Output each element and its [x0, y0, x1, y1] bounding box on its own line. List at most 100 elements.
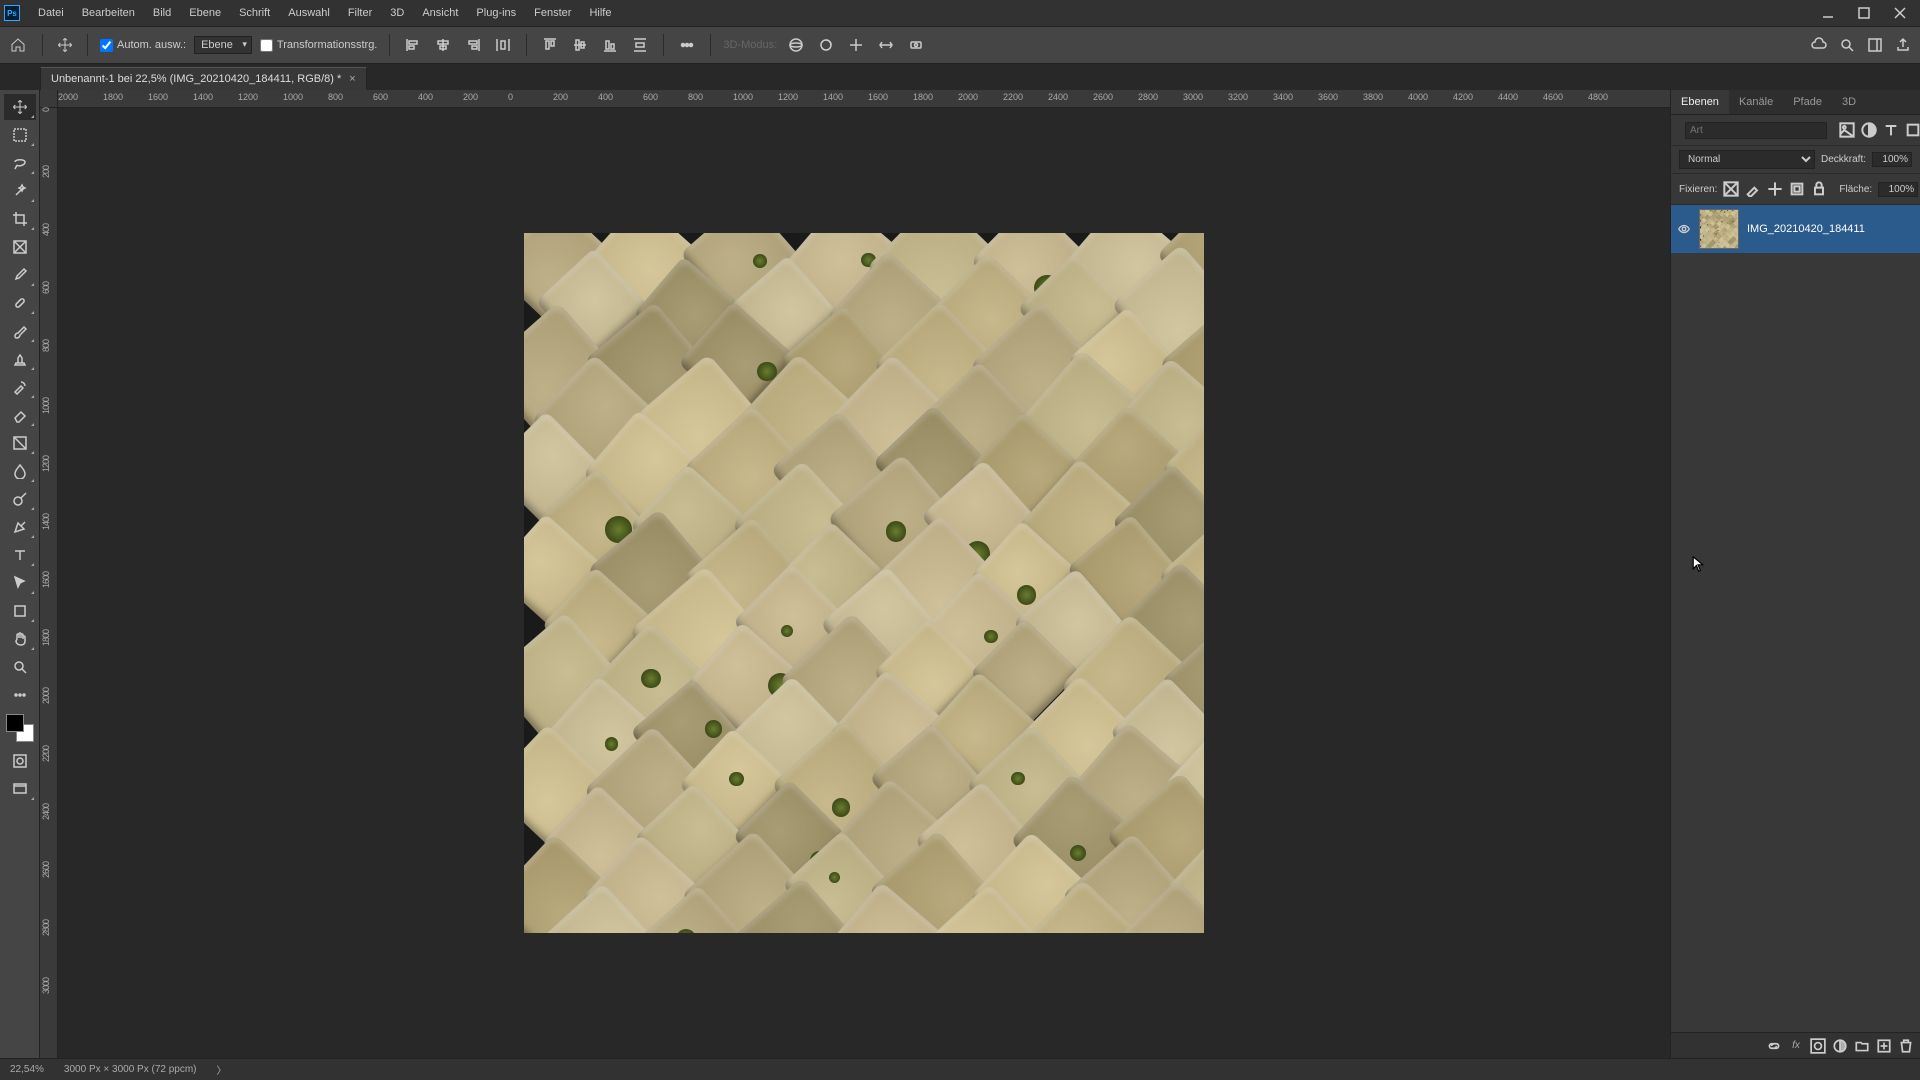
document-canvas[interactable]: [524, 233, 1204, 933]
history-brush-tool[interactable]: [4, 374, 36, 400]
rectangle-tool[interactable]: [4, 598, 36, 624]
align-top-icon[interactable]: [539, 34, 561, 56]
edit-toolbar-icon[interactable]: [4, 682, 36, 708]
align-right-icon[interactable]: [462, 34, 484, 56]
lock-position-icon[interactable]: [1767, 178, 1783, 200]
menu-schrift[interactable]: Schrift: [231, 3, 278, 23]
cloud-docs-icon[interactable]: [1808, 34, 1830, 56]
menu-ebene[interactable]: Ebene: [181, 3, 229, 23]
lock-paint-icon[interactable]: [1745, 178, 1761, 200]
spot-healing-tool[interactable]: [4, 290, 36, 316]
lock-pixels-icon[interactable]: [1723, 178, 1739, 200]
menu-auswahl[interactable]: Auswahl: [280, 3, 338, 23]
distribute-v-icon[interactable]: [629, 34, 651, 56]
align-left-icon[interactable]: [402, 34, 424, 56]
layer-effects-icon[interactable]: fx: [1788, 1038, 1804, 1054]
close-button[interactable]: [1884, 3, 1916, 23]
tab-3d[interactable]: 3D: [1832, 90, 1866, 114]
auto-select-target[interactable]: Ebene: [194, 36, 252, 54]
close-tab-icon[interactable]: ×: [349, 73, 355, 85]
lock-artboard-icon[interactable]: [1789, 178, 1805, 200]
zoom-tool[interactable]: [4, 654, 36, 680]
frame-tool[interactable]: [4, 234, 36, 260]
auto-select-checkbox[interactable]: Autom. ausw.:: [100, 39, 186, 52]
color-swatches[interactable]: [4, 710, 36, 746]
align-vcenter-icon[interactable]: [569, 34, 591, 56]
clone-stamp-tool[interactable]: [4, 346, 36, 372]
opacity-input[interactable]: [1872, 152, 1912, 167]
delete-layer-icon[interactable]: [1898, 1038, 1914, 1054]
dodge-tool[interactable]: [4, 486, 36, 512]
gradient-tool[interactable]: [4, 430, 36, 456]
layer-filter-input[interactable]: [1685, 122, 1827, 139]
link-layers-icon[interactable]: [1766, 1038, 1782, 1054]
menu-bild[interactable]: Bild: [145, 3, 179, 23]
layer-row[interactable]: IMG_20210420_184411: [1671, 205, 1920, 253]
filter-image-icon[interactable]: [1839, 119, 1855, 141]
share-icon[interactable]: [1892, 34, 1914, 56]
pen-tool[interactable]: [4, 514, 36, 540]
home-button[interactable]: [6, 33, 30, 57]
foreground-color-swatch[interactable]: [6, 714, 24, 732]
layers-panel-footer: fx: [1671, 1032, 1920, 1058]
brush-tool[interactable]: [4, 318, 36, 344]
menu-filter[interactable]: Filter: [340, 3, 380, 23]
options-bar: Autom. ausw.: Ebene Transformationsstrg.…: [0, 26, 1920, 64]
layer-mask-icon[interactable]: [1810, 1038, 1826, 1054]
layer-visibility-icon[interactable]: [1677, 222, 1691, 236]
more-options-icon[interactable]: [676, 34, 698, 56]
move-tool[interactable]: [4, 94, 36, 120]
layer-thumbnail[interactable]: [1699, 209, 1739, 249]
lasso-tool[interactable]: [4, 150, 36, 176]
filter-type-icon[interactable]: [1883, 119, 1899, 141]
document-tab[interactable]: Unbenannt-1 bei 22,5% (IMG_20210420_1844…: [40, 67, 367, 90]
crop-tool[interactable]: [4, 206, 36, 232]
canvas-area[interactable]: 2000180016001400120010008006004002000200…: [40, 90, 1670, 1058]
status-dimensions[interactable]: 3000 Px × 3000 Px (72 ppcm): [64, 1064, 197, 1075]
status-more-icon[interactable]: 〉: [217, 1062, 227, 1077]
quickmask-tool[interactable]: [4, 748, 36, 774]
rectangular-marquee-tool[interactable]: [4, 122, 36, 148]
menu-datei[interactable]: Datei: [30, 3, 72, 23]
layer-name-label[interactable]: IMG_20210420_184411: [1747, 223, 1865, 235]
menu-fenster[interactable]: Fenster: [526, 3, 579, 23]
lock-all-icon[interactable]: [1811, 178, 1827, 200]
menu-ansicht[interactable]: Ansicht: [414, 3, 466, 23]
menu-3d[interactable]: 3D: [382, 3, 412, 23]
align-hcenter-icon[interactable]: [432, 34, 454, 56]
search-icon[interactable]: [1836, 34, 1858, 56]
fill-input[interactable]: [1878, 182, 1918, 197]
horizontal-ruler[interactable]: 2000180016001400120010008006004002000200…: [58, 90, 1670, 108]
menubar: Ps Datei Bearbeiten Bild Ebene Schrift A…: [0, 0, 1920, 26]
blend-mode-select[interactable]: Normal: [1679, 150, 1815, 169]
tab-kanaele[interactable]: Kanäle: [1729, 90, 1783, 114]
status-bar: 22,54% 3000 Px × 3000 Px (72 ppcm) 〉: [0, 1058, 1920, 1080]
hand-tool[interactable]: [4, 626, 36, 652]
workspace-icon[interactable]: [1864, 34, 1886, 56]
menu-bearbeiten[interactable]: Bearbeiten: [74, 3, 143, 23]
filter-adjust-icon[interactable]: [1861, 119, 1877, 141]
magic-wand-tool[interactable]: [4, 178, 36, 204]
menu-plugins[interactable]: Plug-ins: [468, 3, 524, 23]
tab-ebenen[interactable]: Ebenen: [1671, 90, 1729, 114]
ruler-origin[interactable]: [40, 90, 58, 108]
tab-pfade[interactable]: Pfade: [1783, 90, 1832, 114]
blur-tool[interactable]: [4, 458, 36, 484]
status-zoom[interactable]: 22,54%: [10, 1064, 44, 1075]
maximize-button[interactable]: [1848, 3, 1880, 23]
menu-hilfe[interactable]: Hilfe: [581, 3, 619, 23]
transform-controls-checkbox[interactable]: Transformationsstrg.: [260, 39, 377, 52]
eraser-tool[interactable]: [4, 402, 36, 428]
path-selection-tool[interactable]: [4, 570, 36, 596]
adjustment-layer-icon[interactable]: [1832, 1038, 1848, 1054]
distribute-h-icon[interactable]: [492, 34, 514, 56]
layer-group-icon[interactable]: [1854, 1038, 1870, 1054]
type-tool[interactable]: [4, 542, 36, 568]
screen-mode-tool[interactable]: [4, 776, 36, 802]
vertical-ruler[interactable]: 0200400600800100012001400160018002000220…: [40, 108, 58, 1058]
filter-shape-icon[interactable]: [1905, 119, 1920, 141]
align-bottom-icon[interactable]: [599, 34, 621, 56]
minimize-button[interactable]: [1812, 3, 1844, 23]
eyedropper-tool[interactable]: [4, 262, 36, 288]
new-layer-icon[interactable]: [1876, 1038, 1892, 1054]
